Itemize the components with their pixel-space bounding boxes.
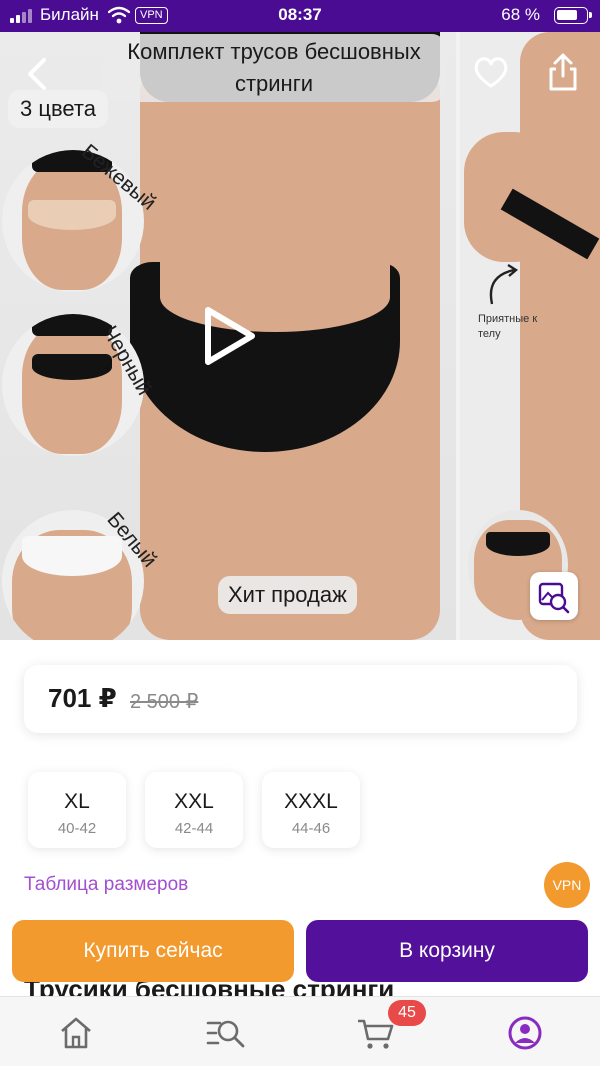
size-range: 40-42 (57, 820, 97, 837)
visual-search-button[interactable] (530, 572, 578, 620)
home-icon[interactable] (56, 1015, 96, 1051)
size-table-link[interactable]: Таблица размеров (24, 874, 188, 896)
size-option-xxl[interactable]: XXL 42-44 (145, 772, 243, 848)
size-name: XXXL (284, 790, 338, 813)
bottom-tab-bar (0, 996, 600, 1066)
back-arrow-icon[interactable] (22, 56, 54, 92)
price-card: 701 ₽ 2 500 ₽ (24, 665, 577, 733)
status-bar: Билайн VPN 08:37 68 % (0, 0, 600, 32)
image-search-icon (538, 582, 570, 614)
feature-note: Приятные к телу (478, 313, 538, 340)
curved-arrow-icon (489, 264, 519, 305)
cart-count-badge: 45 (388, 1000, 426, 1026)
product-gallery[interactable]: Бежевый Черный Белый Хит продаж Приятные… (0, 32, 600, 640)
old-price: 2 500 ₽ (130, 691, 199, 713)
bestseller-badge: Хит продаж (218, 576, 357, 614)
product-title-overlay: Комплект трусов бесшовных стринги (102, 34, 446, 102)
size-range: 44-46 (291, 820, 331, 837)
profile-icon[interactable] (505, 1015, 545, 1051)
size-option-xxxl[interactable]: XXXL 44-46 (262, 772, 360, 848)
battery-icon (554, 7, 592, 24)
size-option-xl[interactable]: XL 40-42 (28, 772, 126, 848)
add-to-cart-button[interactable]: В корзину (306, 920, 588, 982)
current-price: 701 ₽ (48, 683, 117, 713)
size-range: 42-44 (174, 820, 214, 837)
catalog-search-icon[interactable] (206, 1015, 246, 1051)
share-icon[interactable] (546, 52, 580, 92)
size-name: XL (64, 790, 90, 813)
vpn-floating-button[interactable]: VPN (544, 862, 590, 908)
buy-now-button[interactable]: Купить сейчас (12, 920, 294, 982)
heart-icon[interactable] (472, 54, 510, 90)
size-name: XXL (174, 790, 214, 813)
colors-count-badge: 3 цвета (8, 90, 108, 128)
battery-percent: 68 % (501, 5, 540, 24)
play-icon[interactable] (200, 304, 260, 368)
